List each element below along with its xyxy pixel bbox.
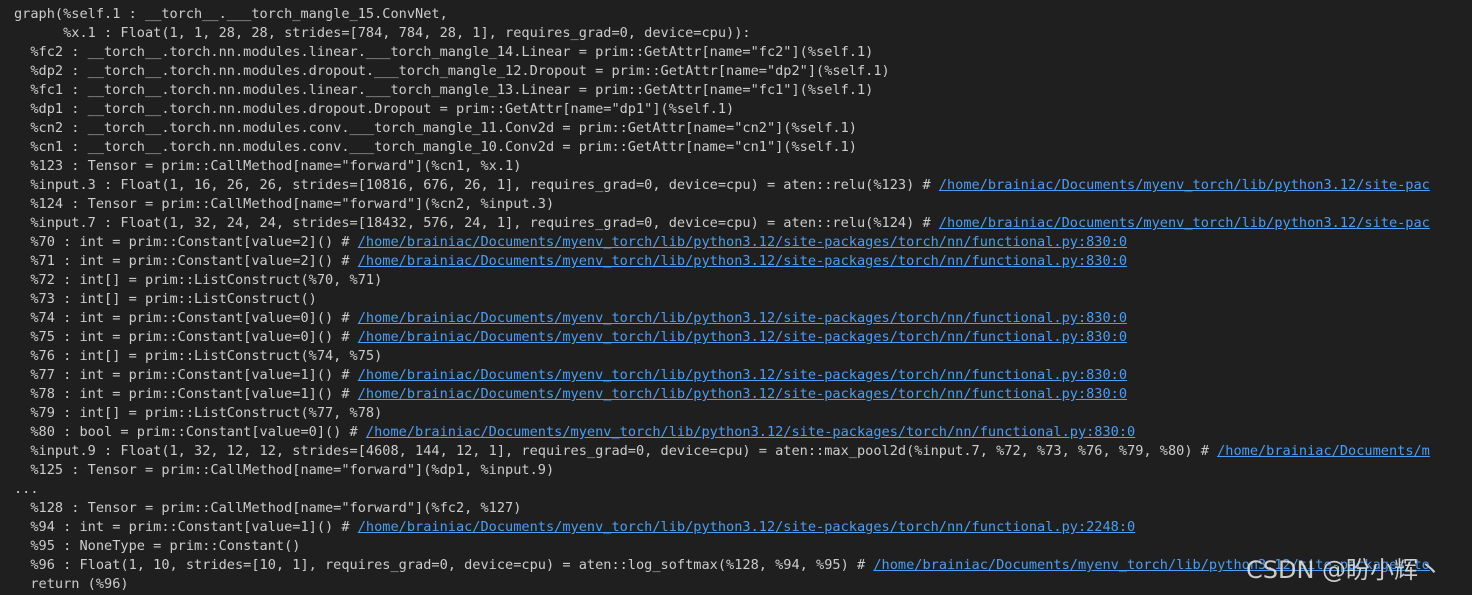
source-file-link[interactable]: /home/brainiac/Documents/myenv_torch/lib… [939,177,1430,193]
source-file-link[interactable]: /home/brainiac/Documents/myenv_torch/lib… [358,386,1127,402]
terminal-line-text: %78 : int = prim::Constant[value=1]() # [14,386,358,402]
terminal-line-text: %input.7 : Float(1, 32, 24, 24, strides=… [14,215,939,231]
terminal-line-text: %79 : int[] = prim::ListConstruct(%77, %… [14,405,383,421]
terminal-line-text: ... [14,481,39,497]
terminal-line: %128 : Tensor = prim::CallMethod[name="f… [14,499,521,518]
terminal-line-text: %124 : Tensor = prim::CallMethod[name="f… [14,196,555,212]
source-file-link[interactable]: /home/brainiac/Documents/myenv_torch/lib… [939,215,1430,231]
terminal-line: %input.7 : Float(1, 32, 24, 24, strides=… [14,214,1430,233]
terminal-line-text: %77 : int = prim::Constant[value=1]() # [14,367,358,383]
terminal-line: %123 : Tensor = prim::CallMethod[name="f… [14,157,521,176]
terminal-line: %125 : Tensor = prim::CallMethod[name="f… [14,461,554,480]
terminal-line-text: %fc1 : __torch__.torch.nn.modules.linear… [14,82,874,98]
terminal-line: %cn2 : __torch__.torch.nn.modules.conv._… [14,119,857,138]
terminal-line-text: %cn1 : __torch__.torch.nn.modules.conv._… [14,139,857,155]
terminal-line-text: %96 : Float(1, 10, strides=[10, 1], requ… [14,557,874,573]
terminal-line-text: %input.9 : Float(1, 32, 12, 12, strides=… [14,443,1218,459]
terminal-line-text: %dp2 : __torch__.torch.nn.modules.dropou… [14,63,890,79]
source-file-link[interactable]: /home/brainiac/Documents/myenv_torch/lib… [358,310,1127,326]
terminal-line: %74 : int = prim::Constant[value=0]() # … [14,309,1127,328]
terminal-line-text: %128 : Tensor = prim::CallMethod[name="f… [14,500,522,516]
terminal-output[interactable]: graph(%self.1 : __torch__.___torch_mangl… [0,0,1472,595]
terminal-line-text: %x.1 : Float(1, 1, 28, 28, strides=[784,… [14,25,751,41]
terminal-line-text: %75 : int = prim::Constant[value=0]() # [14,329,358,345]
terminal-line: graph(%self.1 : __torch__.___torch_mangl… [14,5,448,24]
terminal-line-text: %dp1 : __torch__.torch.nn.modules.dropou… [14,101,735,117]
terminal-line-text: %123 : Tensor = prim::CallMethod[name="f… [14,158,522,174]
terminal-line: %72 : int[] = prim::ListConstruct(%70, %… [14,271,382,290]
terminal-line: %fc2 : __torch__.torch.nn.modules.linear… [14,43,873,62]
terminal-line-text: %74 : int = prim::Constant[value=0]() # [14,310,358,326]
terminal-line: %input.3 : Float(1, 16, 26, 26, strides=… [14,176,1430,195]
terminal-line: %dp1 : __torch__.torch.nn.modules.dropou… [14,100,734,119]
terminal-line-text: %94 : int = prim::Constant[value=1]() # [14,519,358,535]
terminal-line: %77 : int = prim::Constant[value=1]() # … [14,366,1127,385]
terminal-line: %cn1 : __torch__.torch.nn.modules.conv._… [14,138,857,157]
terminal-line: %73 : int[] = prim::ListConstruct() [14,290,317,309]
terminal-line: %x.1 : Float(1, 1, 28, 28, strides=[784,… [14,24,751,43]
terminal-line: %70 : int = prim::Constant[value=2]() # … [14,233,1127,252]
source-file-link[interactable]: /home/brainiac/Documents/myenv_torch/lib… [873,557,1430,573]
terminal-line-text: %76 : int[] = prim::ListConstruct(%74, %… [14,348,383,364]
terminal-line: %80 : bool = prim::Constant[value=0]() #… [14,423,1135,442]
terminal-line-text: return (%96) [14,576,129,592]
terminal-line-text: %125 : Tensor = prim::CallMethod[name="f… [14,462,555,478]
terminal-line-text: graph(%self.1 : __torch__.___torch_mangl… [14,6,448,22]
terminal-line: %input.9 : Float(1, 32, 12, 12, strides=… [14,442,1430,461]
terminal-line: %94 : int = prim::Constant[value=1]() # … [14,518,1135,537]
source-file-link[interactable]: /home/brainiac/Documents/myenv_torch/lib… [358,253,1127,269]
terminal-line: %76 : int[] = prim::ListConstruct(%74, %… [14,347,382,366]
terminal-line-text: %72 : int[] = prim::ListConstruct(%70, %… [14,272,383,288]
source-file-link[interactable]: /home/brainiac/Documents/myenv_torch/lib… [358,367,1127,383]
terminal-line: %75 : int = prim::Constant[value=0]() # … [14,328,1127,347]
terminal-line-text: %71 : int = prim::Constant[value=2]() # [14,253,358,269]
source-file-link[interactable]: /home/brainiac/Documents/myenv_torch/lib… [358,329,1127,345]
terminal-line-text: %input.3 : Float(1, 16, 26, 26, strides=… [14,177,939,193]
terminal-line-text: %cn2 : __torch__.torch.nn.modules.conv._… [14,120,857,136]
terminal-line-text: %80 : bool = prim::Constant[value=0]() # [14,424,366,440]
terminal-line: %79 : int[] = prim::ListConstruct(%77, %… [14,404,382,423]
terminal-line: return (%96) [14,575,129,594]
terminal-line: %fc1 : __torch__.torch.nn.modules.linear… [14,81,873,100]
terminal-line-text: %73 : int[] = prim::ListConstruct() [14,291,317,307]
terminal-line-text: %fc2 : __torch__.torch.nn.modules.linear… [14,44,874,60]
terminal-line: %96 : Float(1, 10, strides=[10, 1], requ… [14,556,1430,575]
terminal-line: %71 : int = prim::Constant[value=2]() # … [14,252,1127,271]
terminal-line: %124 : Tensor = prim::CallMethod[name="f… [14,195,554,214]
terminal-line: %78 : int = prim::Constant[value=1]() # … [14,385,1127,404]
source-file-link[interactable]: /home/brainiac/Documents/m [1217,443,1430,459]
source-file-link[interactable]: /home/brainiac/Documents/myenv_torch/lib… [358,234,1127,250]
source-file-link[interactable]: /home/brainiac/Documents/myenv_torch/lib… [366,424,1135,440]
terminal-line: %95 : NoneType = prim::Constant() [14,537,300,556]
terminal-line-text: %95 : NoneType = prim::Constant() [14,538,301,554]
source-file-link[interactable]: /home/brainiac/Documents/myenv_torch/lib… [358,519,1136,535]
terminal-line-text: %70 : int = prim::Constant[value=2]() # [14,234,358,250]
terminal-line: %dp2 : __torch__.torch.nn.modules.dropou… [14,62,890,81]
terminal-line: ... [14,480,39,499]
